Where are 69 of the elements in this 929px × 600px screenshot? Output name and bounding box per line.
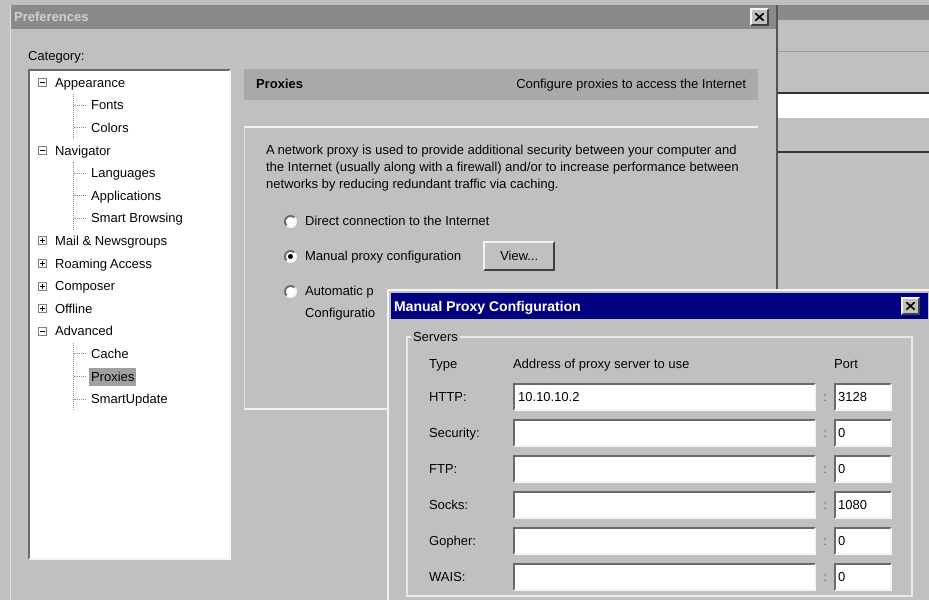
port-field[interactable]: 0 bbox=[834, 526, 892, 554]
colon-separator: : bbox=[823, 532, 827, 550]
input-field[interactable] bbox=[778, 92, 929, 118]
close-icon bbox=[906, 302, 915, 310]
port-field[interactable]: 0 bbox=[834, 454, 892, 482]
radio-button[interactable] bbox=[284, 214, 297, 228]
field-label: Socks: bbox=[429, 496, 470, 514]
category-label: Category: bbox=[28, 48, 84, 63]
tree-item[interactable]: Proxies bbox=[89, 368, 136, 386]
tree-item[interactable]: Appearance bbox=[53, 74, 128, 92]
field-label: FTP: bbox=[429, 460, 458, 478]
tree-item[interactable]: Composer bbox=[53, 277, 117, 296]
radio-label[interactable]: Manual proxy configuration bbox=[305, 246, 462, 266]
colon-separator: : bbox=[823, 460, 827, 478]
address-field[interactable] bbox=[513, 490, 816, 518]
address-field[interactable] bbox=[513, 454, 816, 482]
tree-item[interactable]: Languages bbox=[89, 164, 158, 182]
panel-subtitle: Configure proxies to access the Internet bbox=[516, 75, 746, 94]
tree-item[interactable]: Fonts bbox=[89, 96, 126, 114]
colon-separator: : bbox=[823, 388, 827, 406]
tree-item[interactable]: Smart Browsing bbox=[89, 209, 185, 228]
tree-item[interactable]: Roaming Access bbox=[53, 254, 154, 273]
tree-item[interactable]: Advanced bbox=[53, 322, 115, 340]
port-field[interactable]: 1080 bbox=[834, 490, 892, 518]
port-field[interactable]: 3128 bbox=[834, 382, 892, 410]
expand-icon[interactable] bbox=[38, 259, 47, 268]
expand-icon[interactable] bbox=[38, 282, 47, 291]
field-label: HTTP: bbox=[429, 388, 468, 406]
description-text: A network proxy is used to provide additional security between your computer and the Internet (usually along with a firewall) and/or to increase performance between networks by reducing redundant traffic via caching. bbox=[266, 140, 740, 192]
radio-label: Configuratio bbox=[305, 304, 376, 322]
panel-title: Proxies bbox=[256, 75, 303, 94]
column-header: Port bbox=[834, 354, 859, 372]
column-header: Type bbox=[429, 354, 458, 373]
field-label: WAIS: bbox=[429, 568, 466, 586]
address-field[interactable] bbox=[513, 526, 816, 554]
column-header: Address of proxy server to use bbox=[513, 354, 690, 373]
close-icon bbox=[755, 13, 764, 21]
expand-icon[interactable] bbox=[38, 304, 47, 314]
tree-item[interactable]: Cache bbox=[89, 344, 131, 363]
expand-icon[interactable] bbox=[38, 236, 47, 246]
radio-label[interactable]: Automatic p bbox=[305, 281, 374, 301]
close-button[interactable] bbox=[901, 297, 920, 315]
tree-item[interactable]: Colors bbox=[89, 118, 131, 137]
port-field[interactable]: 0 bbox=[834, 418, 892, 446]
tree-item[interactable]: Mail & Newsgroups bbox=[53, 232, 169, 250]
tree-item[interactable]: Offline bbox=[53, 300, 94, 318]
colon-separator: : bbox=[823, 424, 827, 442]
address-field[interactable] bbox=[513, 562, 816, 590]
collapse-icon[interactable] bbox=[38, 78, 47, 88]
window-title: Preferences bbox=[14, 8, 88, 26]
group-title: Servers bbox=[412, 328, 459, 346]
field-label: Gopher: bbox=[429, 532, 477, 550]
view-button[interactable]: View... bbox=[483, 241, 556, 271]
collapse-icon[interactable] bbox=[38, 326, 47, 336]
port-field[interactable]: 0 bbox=[834, 562, 892, 590]
tree-item[interactable]: Applications bbox=[89, 186, 164, 205]
tree-item[interactable]: SmartUpdate bbox=[89, 390, 170, 408]
radio-label[interactable]: Direct connection to the Internet bbox=[305, 211, 490, 231]
radio-button[interactable] bbox=[284, 284, 297, 298]
dialog-title: Manual Proxy Configuration bbox=[394, 296, 581, 316]
colon-separator: : bbox=[823, 568, 827, 586]
collapse-icon[interactable] bbox=[38, 146, 47, 156]
close-button[interactable] bbox=[750, 8, 769, 26]
colon-separator: : bbox=[823, 496, 827, 514]
radio-button[interactable] bbox=[284, 250, 297, 262]
address-field[interactable]: 10.10.10.2 bbox=[513, 382, 816, 410]
tree-item[interactable]: Navigator bbox=[53, 142, 113, 160]
address-field[interactable] bbox=[513, 418, 816, 446]
field-label: Security: bbox=[429, 424, 481, 442]
